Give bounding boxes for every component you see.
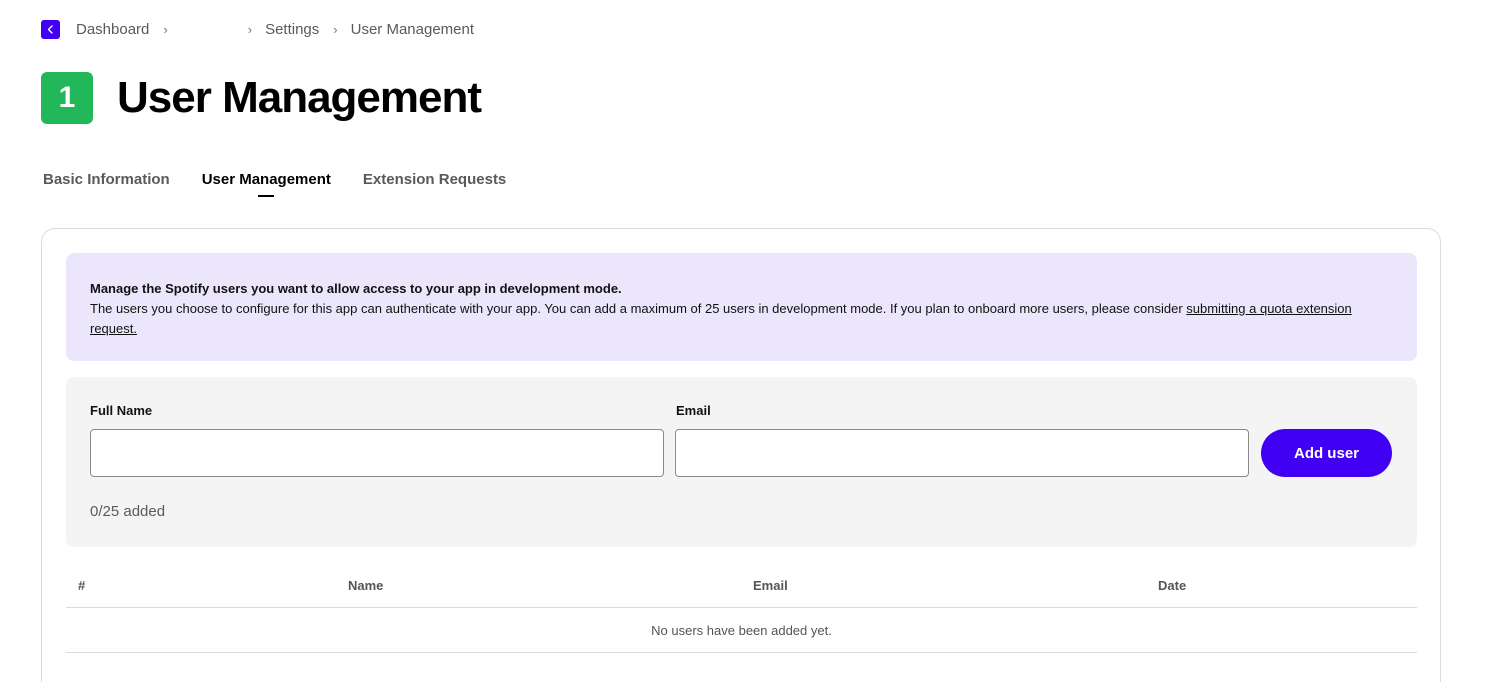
info-notice: Manage the Spotify users you want to all… [66,253,1417,361]
breadcrumb-separator-icon: › [333,22,338,37]
breadcrumb-settings[interactable]: Settings [265,21,319,38]
column-header-name: Name [348,578,384,593]
notice-body: The users you choose to configure for th… [90,301,1187,316]
column-header-email: Email [753,578,788,593]
notice-title: Manage the Spotify users you want to all… [90,281,622,296]
tab-bar: Basic Information User Management Extens… [43,171,538,196]
add-user-form: Full Name Email Add user 0/25 added [66,377,1417,547]
back-button[interactable] [41,20,60,39]
empty-state-message: No users have been added yet. [651,622,832,638]
users-table: # Name Email Date No users have been add… [66,569,1417,653]
tab-basic-information[interactable]: Basic Information [43,171,170,196]
breadcrumb-current: User Management [350,21,475,38]
email-label: Email [676,403,711,418]
breadcrumb-separator-icon: › [163,22,168,37]
breadcrumb-dashboard[interactable]: Dashboard [76,21,149,38]
user-management-card: Manage the Spotify users you want to all… [41,228,1441,682]
full-name-label: Full Name [90,403,153,418]
empty-state-row: No users have been added yet. [66,608,1417,653]
app-badge: 1 [41,72,93,124]
breadcrumb: Dashboard › › Settings › User Management [41,19,474,40]
page-title: User Management [117,73,482,122]
add-user-button[interactable]: Add user [1261,429,1392,477]
tab-user-management[interactable]: User Management [202,171,331,196]
page-header: 1 User Management [41,72,482,124]
full-name-input[interactable] [90,429,664,477]
table-header: # Name Email Date [66,569,1417,608]
breadcrumb-separator-icon: › [247,22,253,37]
chevron-left-icon [47,25,53,34]
column-header-number: # [78,578,86,593]
email-input[interactable] [675,429,1249,477]
column-header-date: Date [1158,578,1187,593]
tab-extension-requests[interactable]: Extension Requests [363,171,506,196]
user-count: 0/25 added [90,503,166,520]
